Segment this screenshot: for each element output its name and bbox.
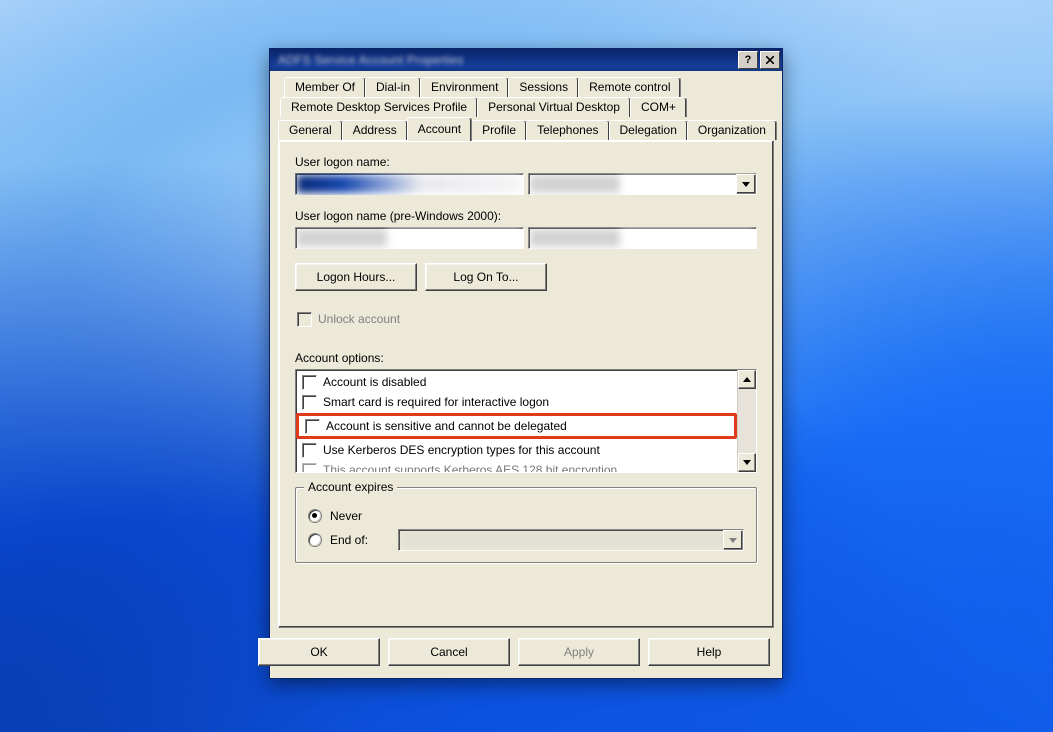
ok-button[interactable]: OK bbox=[258, 638, 380, 666]
checkbox-icon bbox=[297, 312, 312, 327]
radio-end-of-label: End of: bbox=[330, 533, 390, 547]
apply-button[interactable]: Apply bbox=[518, 638, 640, 666]
tab-sessions[interactable]: Sessions bbox=[508, 77, 579, 97]
titlebar[interactable]: ADFS Service Account Properties ? bbox=[270, 49, 782, 71]
logon-domain-combo[interactable] bbox=[528, 173, 757, 195]
tab-row-3: General Address Account Profile Telephon… bbox=[278, 117, 774, 140]
tab-rds-profile[interactable]: Remote Desktop Services Profile bbox=[280, 97, 478, 117]
radio-never-label: Never bbox=[330, 509, 362, 523]
logon-hours-button[interactable]: Logon Hours... bbox=[295, 263, 417, 291]
option-smartcard-logon[interactable]: Smart card is required for interactive l… bbox=[296, 392, 737, 412]
help-titlebar-button[interactable]: ? bbox=[738, 51, 758, 69]
close-icon bbox=[766, 56, 774, 64]
scroll-up-button[interactable] bbox=[738, 370, 756, 389]
tab-delegation[interactable]: Delegation bbox=[609, 120, 688, 140]
close-titlebar-button[interactable] bbox=[760, 51, 780, 69]
expires-date-combo bbox=[398, 529, 744, 551]
checkbox-icon[interactable] bbox=[302, 463, 317, 473]
tab-profile[interactable]: Profile bbox=[471, 120, 527, 140]
tab-account[interactable]: Account bbox=[407, 117, 472, 141]
tab-address[interactable]: Address bbox=[342, 120, 408, 140]
tab-panel-account: User logon name: User logon name (pre-Wi… bbox=[278, 140, 774, 628]
pre2000-name-input[interactable] bbox=[528, 227, 757, 249]
option-label: Smart card is required for interactive l… bbox=[323, 395, 549, 409]
tab-area: Member Of Dial-in Environment Sessions R… bbox=[270, 71, 782, 628]
checkbox-icon[interactable] bbox=[302, 375, 317, 390]
tab-com-plus[interactable]: COM+ bbox=[630, 97, 687, 117]
checkbox-icon[interactable] bbox=[302, 395, 317, 410]
chevron-down-icon[interactable] bbox=[736, 174, 756, 194]
properties-dialog: ADFS Service Account Properties ? Member… bbox=[269, 48, 783, 679]
tab-dial-in[interactable]: Dial-in bbox=[365, 77, 421, 97]
account-options-label: Account options: bbox=[295, 351, 757, 365]
tab-member-of[interactable]: Member Of bbox=[284, 77, 366, 97]
account-expires-title: Account expires bbox=[304, 480, 397, 494]
unlock-account-checkbox: Unlock account bbox=[295, 309, 757, 329]
checkbox-icon[interactable] bbox=[305, 419, 320, 434]
tab-row-1: Member Of Dial-in Environment Sessions R… bbox=[278, 77, 774, 97]
radio-never[interactable] bbox=[308, 509, 322, 523]
logon-name-input[interactable] bbox=[295, 173, 524, 195]
tab-general[interactable]: General bbox=[278, 120, 343, 140]
option-label: Account is sensitive and cannot be deleg… bbox=[326, 419, 567, 433]
account-expires-group: Account expires Never End of: bbox=[295, 487, 757, 563]
cancel-button[interactable]: Cancel bbox=[388, 638, 510, 666]
unlock-account-label: Unlock account bbox=[318, 312, 400, 326]
highlight-callout: Account is sensitive and cannot be deleg… bbox=[296, 413, 737, 439]
pre2000-domain-input[interactable] bbox=[295, 227, 524, 249]
tab-personal-vdesktop[interactable]: Personal Virtual Desktop bbox=[477, 97, 631, 117]
radio-end-of[interactable] bbox=[308, 533, 322, 547]
log-on-to-button[interactable]: Log On To... bbox=[425, 263, 547, 291]
dialog-button-row: OK Cancel Apply Help bbox=[270, 628, 782, 678]
tab-telephones[interactable]: Telephones bbox=[526, 120, 609, 140]
help-button[interactable]: Help bbox=[648, 638, 770, 666]
chevron-down-icon bbox=[723, 530, 743, 550]
tab-remote-control[interactable]: Remote control bbox=[578, 77, 681, 97]
scroll-down-button[interactable] bbox=[738, 453, 756, 472]
tab-environment[interactable]: Environment bbox=[420, 77, 509, 97]
window-title: ADFS Service Account Properties bbox=[272, 53, 736, 67]
logon-name-label: User logon name: bbox=[295, 155, 757, 169]
option-kerberos-des[interactable]: Use Kerberos DES encryption types for th… bbox=[296, 440, 737, 460]
tab-organization[interactable]: Organization bbox=[687, 120, 777, 140]
options-scrollbar[interactable] bbox=[737, 370, 756, 472]
checkbox-icon[interactable] bbox=[302, 443, 317, 458]
expires-endof-row[interactable]: End of: bbox=[308, 528, 744, 552]
account-options-list: Account is disabled Smart card is requir… bbox=[295, 369, 757, 473]
logon-name-pre2000-label: User logon name (pre-Windows 2000): bbox=[295, 209, 757, 223]
option-label: Use Kerberos DES encryption types for th… bbox=[323, 443, 600, 457]
option-sensitive-no-delegate[interactable]: Account is sensitive and cannot be deleg… bbox=[299, 416, 674, 436]
option-aes128[interactable]: This account supports Kerberos AES 128 b… bbox=[296, 460, 737, 472]
option-account-disabled[interactable]: Account is disabled bbox=[296, 372, 737, 392]
expires-never-row[interactable]: Never bbox=[308, 504, 744, 528]
tab-row-2: Remote Desktop Services Profile Personal… bbox=[278, 97, 774, 117]
option-label: Account is disabled bbox=[323, 375, 426, 389]
option-label: This account supports Kerberos AES 128 b… bbox=[323, 463, 617, 472]
